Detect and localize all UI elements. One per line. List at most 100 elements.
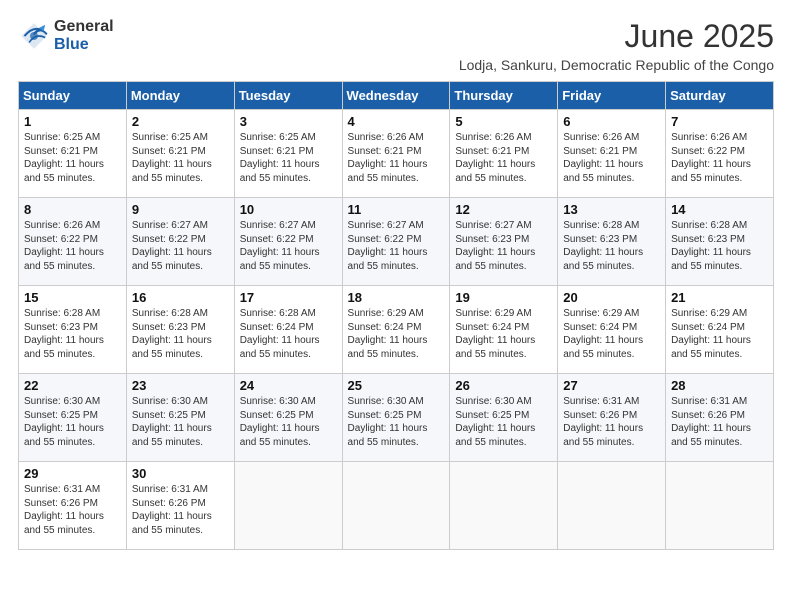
table-row: 9 Sunrise: 6:27 AM Sunset: 6:22 PM Dayli… (126, 198, 234, 286)
day-number: 23 (132, 378, 229, 393)
header-thursday: Thursday (450, 82, 558, 110)
day-info: Sunrise: 6:26 AM Sunset: 6:22 PM Dayligh… (24, 219, 121, 273)
day-number: 30 (132, 466, 229, 481)
table-row: 17 Sunrise: 6:28 AM Sunset: 6:24 PM Dayl… (234, 286, 342, 374)
day-info: Sunrise: 6:29 AM Sunset: 6:24 PM Dayligh… (671, 307, 768, 361)
day-info: Sunrise: 6:31 AM Sunset: 6:26 PM Dayligh… (24, 483, 121, 537)
day-number: 11 (348, 202, 445, 217)
day-info: Sunrise: 6:26 AM Sunset: 6:21 PM Dayligh… (348, 131, 445, 185)
day-info: Sunrise: 6:30 AM Sunset: 6:25 PM Dayligh… (455, 395, 552, 449)
day-number: 4 (348, 114, 445, 129)
day-info: Sunrise: 6:31 AM Sunset: 6:26 PM Dayligh… (132, 483, 229, 537)
day-number: 8 (24, 202, 121, 217)
header-area: General Blue June 2025 Lodja, Sankuru, D… (18, 18, 774, 73)
calendar-week-4: 22 Sunrise: 6:30 AM Sunset: 6:25 PM Dayl… (19, 374, 774, 462)
day-number: 20 (563, 290, 660, 305)
day-info: Sunrise: 6:29 AM Sunset: 6:24 PM Dayligh… (455, 307, 552, 361)
day-info: Sunrise: 6:30 AM Sunset: 6:25 PM Dayligh… (24, 395, 121, 449)
table-row: 22 Sunrise: 6:30 AM Sunset: 6:25 PM Dayl… (19, 374, 127, 462)
table-row (234, 462, 342, 550)
calendar-week-2: 8 Sunrise: 6:26 AM Sunset: 6:22 PM Dayli… (19, 198, 774, 286)
calendar-table: Sunday Monday Tuesday Wednesday Thursday… (18, 81, 774, 550)
subtitle: Lodja, Sankuru, Democratic Republic of t… (459, 57, 774, 73)
table-row: 30 Sunrise: 6:31 AM Sunset: 6:26 PM Dayl… (126, 462, 234, 550)
day-number: 28 (671, 378, 768, 393)
table-row: 12 Sunrise: 6:27 AM Sunset: 6:23 PM Dayl… (450, 198, 558, 286)
day-number: 24 (240, 378, 337, 393)
table-row: 11 Sunrise: 6:27 AM Sunset: 6:22 PM Dayl… (342, 198, 450, 286)
table-row: 21 Sunrise: 6:29 AM Sunset: 6:24 PM Dayl… (666, 286, 774, 374)
day-info: Sunrise: 6:29 AM Sunset: 6:24 PM Dayligh… (348, 307, 445, 361)
table-row: 19 Sunrise: 6:29 AM Sunset: 6:24 PM Dayl… (450, 286, 558, 374)
day-info: Sunrise: 6:27 AM Sunset: 6:22 PM Dayligh… (348, 219, 445, 273)
day-info: Sunrise: 6:28 AM Sunset: 6:23 PM Dayligh… (563, 219, 660, 273)
table-row: 18 Sunrise: 6:29 AM Sunset: 6:24 PM Dayl… (342, 286, 450, 374)
table-row: 5 Sunrise: 6:26 AM Sunset: 6:21 PM Dayli… (450, 110, 558, 198)
day-info: Sunrise: 6:27 AM Sunset: 6:22 PM Dayligh… (132, 219, 229, 273)
table-row: 27 Sunrise: 6:31 AM Sunset: 6:26 PM Dayl… (558, 374, 666, 462)
table-row: 25 Sunrise: 6:30 AM Sunset: 6:25 PM Dayl… (342, 374, 450, 462)
table-row: 14 Sunrise: 6:28 AM Sunset: 6:23 PM Dayl… (666, 198, 774, 286)
day-number: 9 (132, 202, 229, 217)
day-info: Sunrise: 6:31 AM Sunset: 6:26 PM Dayligh… (563, 395, 660, 449)
day-info: Sunrise: 6:30 AM Sunset: 6:25 PM Dayligh… (132, 395, 229, 449)
header-saturday: Saturday (666, 82, 774, 110)
table-row: 24 Sunrise: 6:30 AM Sunset: 6:25 PM Dayl… (234, 374, 342, 462)
calendar-header-row: Sunday Monday Tuesday Wednesday Thursday… (19, 82, 774, 110)
table-row: 20 Sunrise: 6:29 AM Sunset: 6:24 PM Dayl… (558, 286, 666, 374)
table-row: 26 Sunrise: 6:30 AM Sunset: 6:25 PM Dayl… (450, 374, 558, 462)
day-number: 15 (24, 290, 121, 305)
day-number: 14 (671, 202, 768, 217)
calendar-week-1: 1 Sunrise: 6:25 AM Sunset: 6:21 PM Dayli… (19, 110, 774, 198)
table-row: 7 Sunrise: 6:26 AM Sunset: 6:22 PM Dayli… (666, 110, 774, 198)
day-number: 25 (348, 378, 445, 393)
logo-icon (18, 20, 50, 52)
header-tuesday: Tuesday (234, 82, 342, 110)
table-row: 23 Sunrise: 6:30 AM Sunset: 6:25 PM Dayl… (126, 374, 234, 462)
day-number: 29 (24, 466, 121, 481)
day-number: 3 (240, 114, 337, 129)
day-info: Sunrise: 6:27 AM Sunset: 6:22 PM Dayligh… (240, 219, 337, 273)
day-info: Sunrise: 6:28 AM Sunset: 6:23 PM Dayligh… (132, 307, 229, 361)
table-row: 28 Sunrise: 6:31 AM Sunset: 6:26 PM Dayl… (666, 374, 774, 462)
day-number: 19 (455, 290, 552, 305)
table-row: 15 Sunrise: 6:28 AM Sunset: 6:23 PM Dayl… (19, 286, 127, 374)
calendar-week-5: 29 Sunrise: 6:31 AM Sunset: 6:26 PM Dayl… (19, 462, 774, 550)
table-row: 3 Sunrise: 6:25 AM Sunset: 6:21 PM Dayli… (234, 110, 342, 198)
day-info: Sunrise: 6:25 AM Sunset: 6:21 PM Dayligh… (132, 131, 229, 185)
logo: General Blue (18, 18, 114, 53)
table-row (450, 462, 558, 550)
day-info: Sunrise: 6:28 AM Sunset: 6:24 PM Dayligh… (240, 307, 337, 361)
header-sunday: Sunday (19, 82, 127, 110)
calendar-week-3: 15 Sunrise: 6:28 AM Sunset: 6:23 PM Dayl… (19, 286, 774, 374)
day-info: Sunrise: 6:28 AM Sunset: 6:23 PM Dayligh… (671, 219, 768, 273)
day-number: 6 (563, 114, 660, 129)
table-row: 16 Sunrise: 6:28 AM Sunset: 6:23 PM Dayl… (126, 286, 234, 374)
logo-general-text: General (54, 18, 114, 36)
day-number: 16 (132, 290, 229, 305)
table-row: 6 Sunrise: 6:26 AM Sunset: 6:21 PM Dayli… (558, 110, 666, 198)
day-number: 21 (671, 290, 768, 305)
day-info: Sunrise: 6:31 AM Sunset: 6:26 PM Dayligh… (671, 395, 768, 449)
day-number: 18 (348, 290, 445, 305)
main-title: June 2025 (459, 18, 774, 55)
day-number: 5 (455, 114, 552, 129)
table-row: 2 Sunrise: 6:25 AM Sunset: 6:21 PM Dayli… (126, 110, 234, 198)
header-wednesday: Wednesday (342, 82, 450, 110)
table-row (666, 462, 774, 550)
day-number: 17 (240, 290, 337, 305)
table-row: 29 Sunrise: 6:31 AM Sunset: 6:26 PM Dayl… (19, 462, 127, 550)
day-info: Sunrise: 6:26 AM Sunset: 6:21 PM Dayligh… (563, 131, 660, 185)
table-row: 4 Sunrise: 6:26 AM Sunset: 6:21 PM Dayli… (342, 110, 450, 198)
day-number: 2 (132, 114, 229, 129)
table-row: 10 Sunrise: 6:27 AM Sunset: 6:22 PM Dayl… (234, 198, 342, 286)
logo-blue-text: Blue (54, 36, 114, 54)
table-row (342, 462, 450, 550)
day-info: Sunrise: 6:28 AM Sunset: 6:23 PM Dayligh… (24, 307, 121, 361)
table-row (558, 462, 666, 550)
day-number: 1 (24, 114, 121, 129)
table-row: 13 Sunrise: 6:28 AM Sunset: 6:23 PM Dayl… (558, 198, 666, 286)
day-info: Sunrise: 6:26 AM Sunset: 6:21 PM Dayligh… (455, 131, 552, 185)
day-number: 13 (563, 202, 660, 217)
day-info: Sunrise: 6:29 AM Sunset: 6:24 PM Dayligh… (563, 307, 660, 361)
